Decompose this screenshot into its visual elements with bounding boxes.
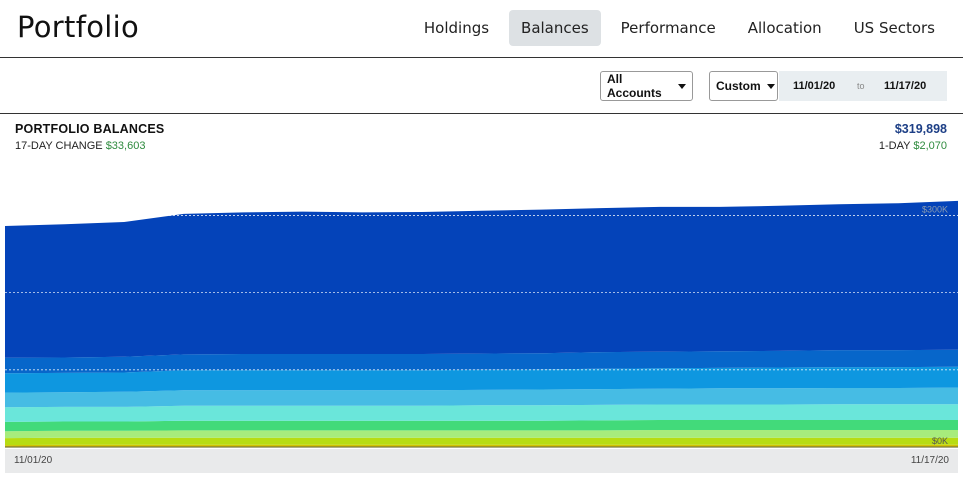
period-change-label: 17-DAY CHANGE: [15, 140, 103, 152]
tab-performance[interactable]: Performance: [609, 10, 728, 46]
accounts-dropdown-label: All Accounts: [607, 72, 662, 100]
range-dropdown[interactable]: Custom: [709, 71, 778, 101]
caret-down-icon: [766, 83, 775, 89]
total-balance: $319,898: [894, 122, 947, 136]
period-change: 17-DAY CHANGE $33,603: [15, 140, 145, 152]
view-tabs: Holdings Balances Performance Allocation…: [412, 10, 947, 46]
tab-holdings[interactable]: Holdings: [412, 10, 501, 46]
caret-down-icon: [678, 83, 686, 89]
series-area-2: [5, 437, 958, 446]
day-change-value: $2,070: [913, 140, 947, 152]
filter-bar: All Accounts Custom 11/01/20 to 11/17/20: [0, 58, 963, 114]
range-dropdown-label: Custom: [716, 79, 761, 93]
period-change-value: $33,603: [105, 140, 146, 152]
x-tick-label: 11/01/20: [14, 455, 53, 466]
date-range: 11/01/20 to 11/17/20: [779, 71, 947, 101]
date-from-input[interactable]: 11/01/20: [793, 80, 835, 92]
y-tick-label: $0K: [932, 436, 948, 446]
day-change: 1-DAY $2,070: [879, 140, 947, 152]
y-tick-label: $300K: [922, 204, 948, 214]
x-tick-label: 11/17/20: [910, 455, 949, 466]
date-range-separator: to: [857, 81, 865, 91]
balances-chart: $300K $0K: [5, 200, 958, 448]
tab-allocation[interactable]: Allocation: [736, 10, 834, 46]
tab-balances[interactable]: Balances: [509, 10, 601, 46]
page-title: Portfolio: [17, 10, 139, 44]
series-area-9: [5, 200, 958, 358]
series-area-5: [5, 404, 958, 422]
x-axis: 11/01/20 11/17/20: [5, 449, 958, 473]
tab-us-sectors[interactable]: US Sectors: [842, 10, 947, 46]
accounts-dropdown[interactable]: All Accounts: [600, 71, 693, 101]
series-area-4: [5, 420, 958, 432]
day-change-label: 1-DAY: [878, 140, 911, 152]
series-area-3: [5, 430, 958, 439]
section-title: PORTFOLIO BALANCES: [15, 122, 165, 136]
date-to-input[interactable]: 11/17/20: [884, 80, 926, 92]
app-header: Portfolio Holdings Balances Performance …: [0, 0, 963, 58]
